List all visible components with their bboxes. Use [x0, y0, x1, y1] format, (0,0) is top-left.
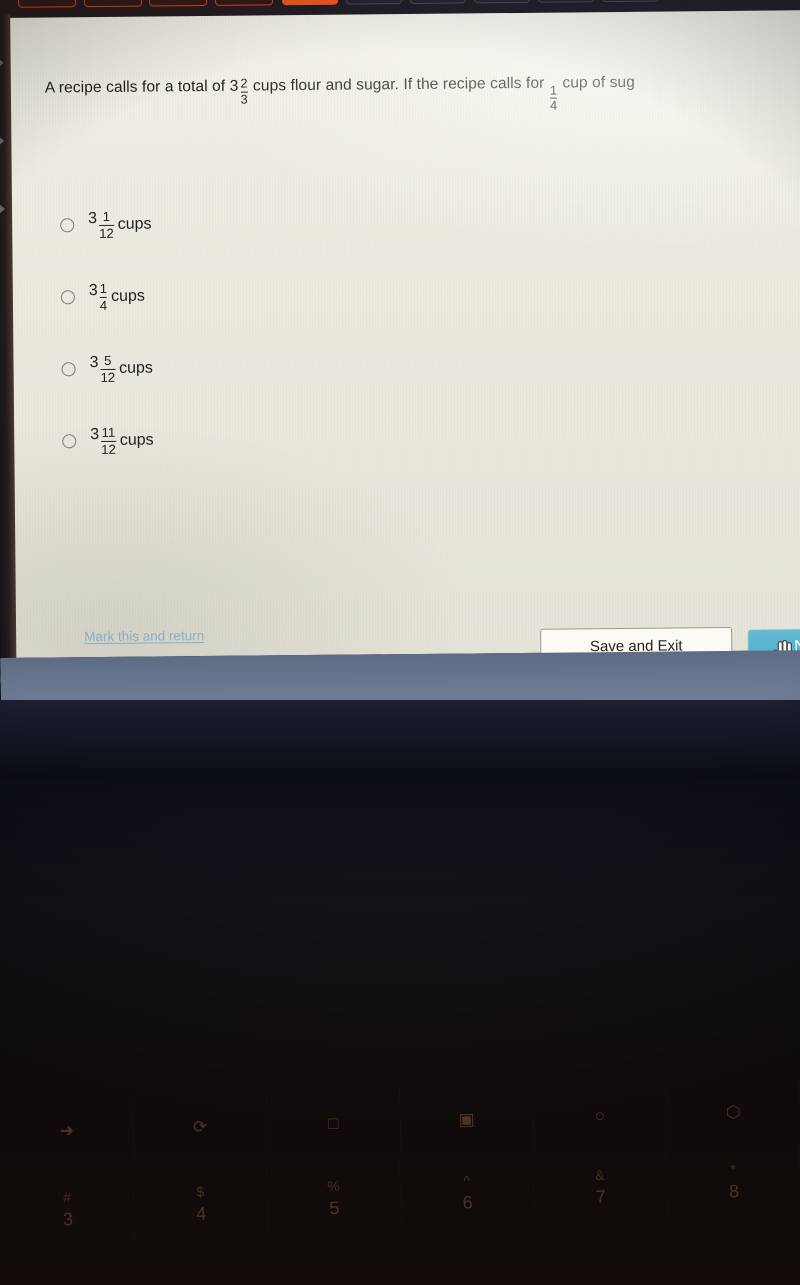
key-8-symbol: * [730, 1161, 737, 1178]
key-5-symbol: % [326, 1178, 341, 1195]
option-3-fraction: 5 12 [100, 353, 116, 385]
key-fullscreen[interactable]: □ [267, 1087, 402, 1161]
key-brightness-up[interactable]: ⬡ [666, 1076, 800, 1150]
browser-tab-8[interactable] [473, 0, 531, 4]
option-1-denominator: 12 [99, 224, 114, 241]
key-4[interactable]: $ 4 [133, 1167, 269, 1243]
option-1-fraction: 1 12 [99, 209, 114, 241]
key-6-symbol: ^ [463, 1172, 471, 1189]
key-4-symbol: $ [196, 1183, 205, 1201]
radio-button-2[interactable] [60, 290, 75, 305]
key-7-symbol: & [594, 1167, 605, 1184]
option-2-numerator: 1 [99, 281, 108, 297]
option-4-whole: 3 [90, 426, 100, 444]
option-1-mixed: 3 1 12 [88, 209, 115, 241]
key-3-symbol: # [62, 1189, 72, 1206]
key-6-number: 6 [462, 1192, 474, 1213]
sugar-fraction: 1 4 [549, 82, 558, 113]
option-4-unit: cups [119, 431, 154, 449]
option-1-unit: cups [117, 215, 152, 233]
option-3-mixed: 3 5 12 [89, 353, 116, 385]
option-3-denominator: 12 [100, 368, 116, 385]
option-3-numerator: 5 [103, 353, 112, 369]
browser-tab-4[interactable] [214, 0, 274, 6]
mark-this-and-return-link[interactable]: Mark this and return [84, 628, 204, 644]
option-2-mixed: 3 1 4 [88, 281, 108, 313]
key-4-number: 4 [195, 1203, 207, 1225]
option-4-denominator: 12 [101, 440, 116, 457]
option-3-whole: 3 [89, 354, 99, 372]
sugar-denominator: 4 [549, 97, 558, 113]
key-7-number: 7 [595, 1186, 607, 1208]
option-3-unit: cups [118, 359, 153, 377]
question-lead: A recipe calls for a total of [44, 77, 226, 97]
fullscreen-icon: □ [327, 1113, 340, 1133]
assessment-page: A recipe calls for a total of 3 2 3 cups… [6, 10, 800, 669]
key-brightness-down[interactable]: ○ [533, 1079, 668, 1153]
answer-option-2[interactable]: 3 1 4 cups [60, 273, 153, 320]
key-3-number: 3 [62, 1209, 74, 1230]
answer-options: 3 1 12 cups 3 1 4 cups 3 5 12 cups 3 11 … [60, 201, 154, 490]
bezel-marker-1-icon [0, 57, 4, 68]
key-8[interactable]: * 8 [666, 1145, 800, 1221]
option-2-whole: 3 [88, 282, 98, 300]
key-6[interactable]: ^ 6 [400, 1156, 536, 1232]
option-4-numerator: 11 [101, 425, 116, 441]
question-middle: cups flour and sugar. If the recipe call… [252, 74, 545, 95]
radio-button-4[interactable] [62, 434, 77, 449]
browser-tab-6[interactable] [345, 0, 403, 5]
answer-option-2-label: 3 1 4 cups [88, 281, 145, 313]
answer-option-3-label: 3 5 12 cups [89, 353, 153, 385]
option-2-fraction: 1 4 [99, 281, 108, 313]
total-mixed-number: 3 2 3 [229, 75, 249, 107]
browser-tab-10[interactable] [601, 0, 659, 3]
answer-option-1-label: 3 1 12 cups [88, 209, 152, 241]
total-denominator: 3 [240, 91, 248, 107]
answer-option-1[interactable]: 3 1 12 cups [60, 201, 152, 248]
bezel-marker-2-icon [0, 135, 5, 146]
browser-tab-5-active[interactable] [281, 0, 339, 6]
option-4-mixed: 3 11 12 [90, 425, 117, 457]
sugar-numerator: 1 [549, 82, 558, 98]
key-forward[interactable]: ➜ [0, 1094, 135, 1168]
brightness-down-icon: ○ [594, 1105, 606, 1125]
browser-tab-3[interactable] [148, 0, 208, 7]
key-reload[interactable]: ⟳ [133, 1091, 268, 1165]
option-4-fraction: 11 12 [101, 425, 116, 457]
overview-windows-icon: ▣ [458, 1109, 476, 1129]
browser-tab-7[interactable] [409, 0, 467, 5]
option-1-numerator: 1 [102, 209, 111, 225]
total-fraction: 2 3 [240, 75, 248, 107]
radio-button-3[interactable] [61, 362, 76, 377]
key-8-number: 8 [728, 1181, 740, 1202]
radio-button-1[interactable] [60, 218, 75, 233]
key-7[interactable]: & 7 [533, 1150, 669, 1226]
total-numerator: 2 [240, 75, 248, 91]
browser-tab-9[interactable] [537, 0, 595, 3]
answer-option-4[interactable]: 3 11 12 cups [62, 417, 154, 464]
photo-of-chromebook: A recipe calls for a total of 3 2 3 cups… [0, 0, 800, 1285]
laptop-screen: A recipe calls for a total of 3 2 3 cups… [0, 0, 800, 708]
answer-option-3[interactable]: 3 5 12 cups [61, 345, 153, 392]
browser-tab-1[interactable] [17, 0, 77, 8]
key-3[interactable]: # 3 [0, 1172, 136, 1248]
key-5[interactable]: % 5 [266, 1161, 402, 1237]
forward-arrow-icon: ➜ [59, 1120, 75, 1140]
option-1-whole: 3 [88, 210, 98, 228]
answer-option-4-label: 3 11 12 cups [90, 425, 154, 457]
key-overview[interactable]: ▣ [400, 1083, 535, 1157]
bezel-marker-3-icon [0, 203, 6, 214]
key-5-number: 5 [328, 1198, 340, 1219]
option-2-denominator: 4 [99, 296, 108, 313]
total-whole: 3 [229, 77, 239, 95]
option-2-unit: cups [111, 287, 145, 305]
question-tail: cup of sug [562, 73, 636, 92]
reload-icon: ⟳ [192, 1116, 208, 1137]
browser-tab-2[interactable] [83, 0, 143, 8]
brightness-up-icon: ⬡ [725, 1101, 742, 1122]
question-text: A recipe calls for a total of 3 2 3 cups… [45, 72, 800, 118]
